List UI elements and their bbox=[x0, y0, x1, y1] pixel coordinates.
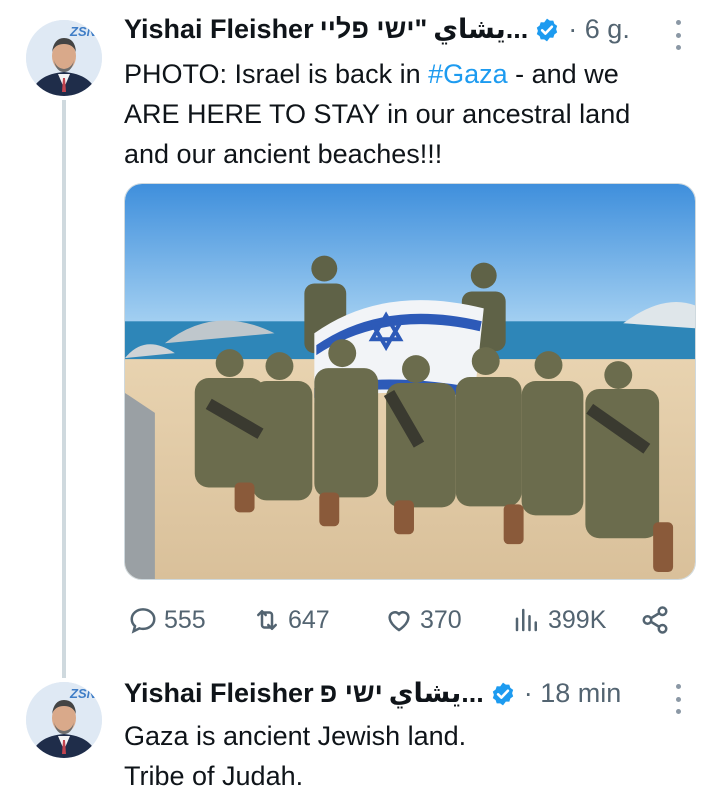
more-vertical-icon[interactable] bbox=[673, 20, 683, 50]
reply-count: 555 bbox=[164, 605, 206, 634]
view-count: 399K bbox=[548, 605, 607, 634]
tweet-text-line: PHOTO: Israel is back in bbox=[124, 59, 429, 89]
repost-arrows-icon bbox=[257, 610, 277, 630]
tweet-text: Gaza is ancient Jewish land. Tribe of Ju… bbox=[124, 716, 466, 796]
avatar[interactable]: ZSN bbox=[26, 20, 102, 96]
tweet-text-line: - and we bbox=[507, 59, 619, 89]
more-vertical-icon[interactable] bbox=[673, 684, 683, 714]
share-icon bbox=[642, 606, 668, 634]
repost-count: 647 bbox=[288, 605, 330, 634]
tweet-text-line: Tribe of Judah. bbox=[124, 761, 304, 791]
share-button[interactable] bbox=[640, 605, 676, 635]
verified-badge-icon bbox=[537, 18, 558, 41]
tweet-header: Yishai Fleisher ישי פ يشاي... · 18 min bbox=[124, 678, 621, 709]
tweet-text-line: ARE HERE TO STAY in our ancestral land bbox=[124, 99, 631, 129]
author-name[interactable]: Yishai Fleisher bbox=[124, 14, 314, 45]
like-button[interactable]: 370 bbox=[384, 605, 462, 635]
author-name-arabic[interactable]: يشاي... bbox=[433, 14, 528, 45]
like-count: 370 bbox=[420, 605, 462, 634]
tweet-text-line: Gaza is ancient Jewish land. bbox=[124, 721, 467, 751]
tweet-time[interactable]: · 6 g. bbox=[568, 14, 630, 45]
views-button[interactable]: 399K bbox=[512, 605, 606, 635]
tweet-photo[interactable] bbox=[124, 183, 696, 580]
author-name[interactable]: Yishai Fleisher bbox=[124, 678, 314, 709]
author-name-hebrew[interactable]: ישי פ bbox=[320, 678, 383, 709]
tweet-time[interactable]: · 18 min bbox=[524, 678, 622, 709]
svg-text:ZSN: ZSN bbox=[69, 686, 97, 701]
hashtag-link[interactable]: #Gaza bbox=[428, 59, 508, 89]
author-name-arabic[interactable]: يشاي... bbox=[389, 678, 484, 709]
avatar[interactable]: ZSN bbox=[26, 682, 102, 758]
svg-text:ZSN: ZSN bbox=[69, 24, 97, 39]
tweet-text-line: and our ancient beaches!!! bbox=[124, 139, 443, 169]
thread-connector-line bbox=[62, 100, 66, 678]
verified-badge-icon bbox=[492, 682, 513, 705]
repost-button[interactable]: 647 bbox=[252, 605, 330, 635]
speech-bubble-icon bbox=[130, 608, 156, 634]
tweet-header: Yishai Fleisher ישי פליי" يشاي... · 6 g. bbox=[124, 14, 630, 45]
bar-chart-icon bbox=[515, 608, 537, 632]
reply-button[interactable]: 555 bbox=[128, 605, 206, 635]
heart-icon bbox=[388, 611, 410, 632]
author-name-hebrew[interactable]: ישי פליי" bbox=[320, 14, 428, 45]
tweet-text: PHOTO: Israel is back in #Gaza - and we … bbox=[124, 54, 630, 174]
tweet-actions: 555 647 370 399K bbox=[124, 602, 684, 642]
